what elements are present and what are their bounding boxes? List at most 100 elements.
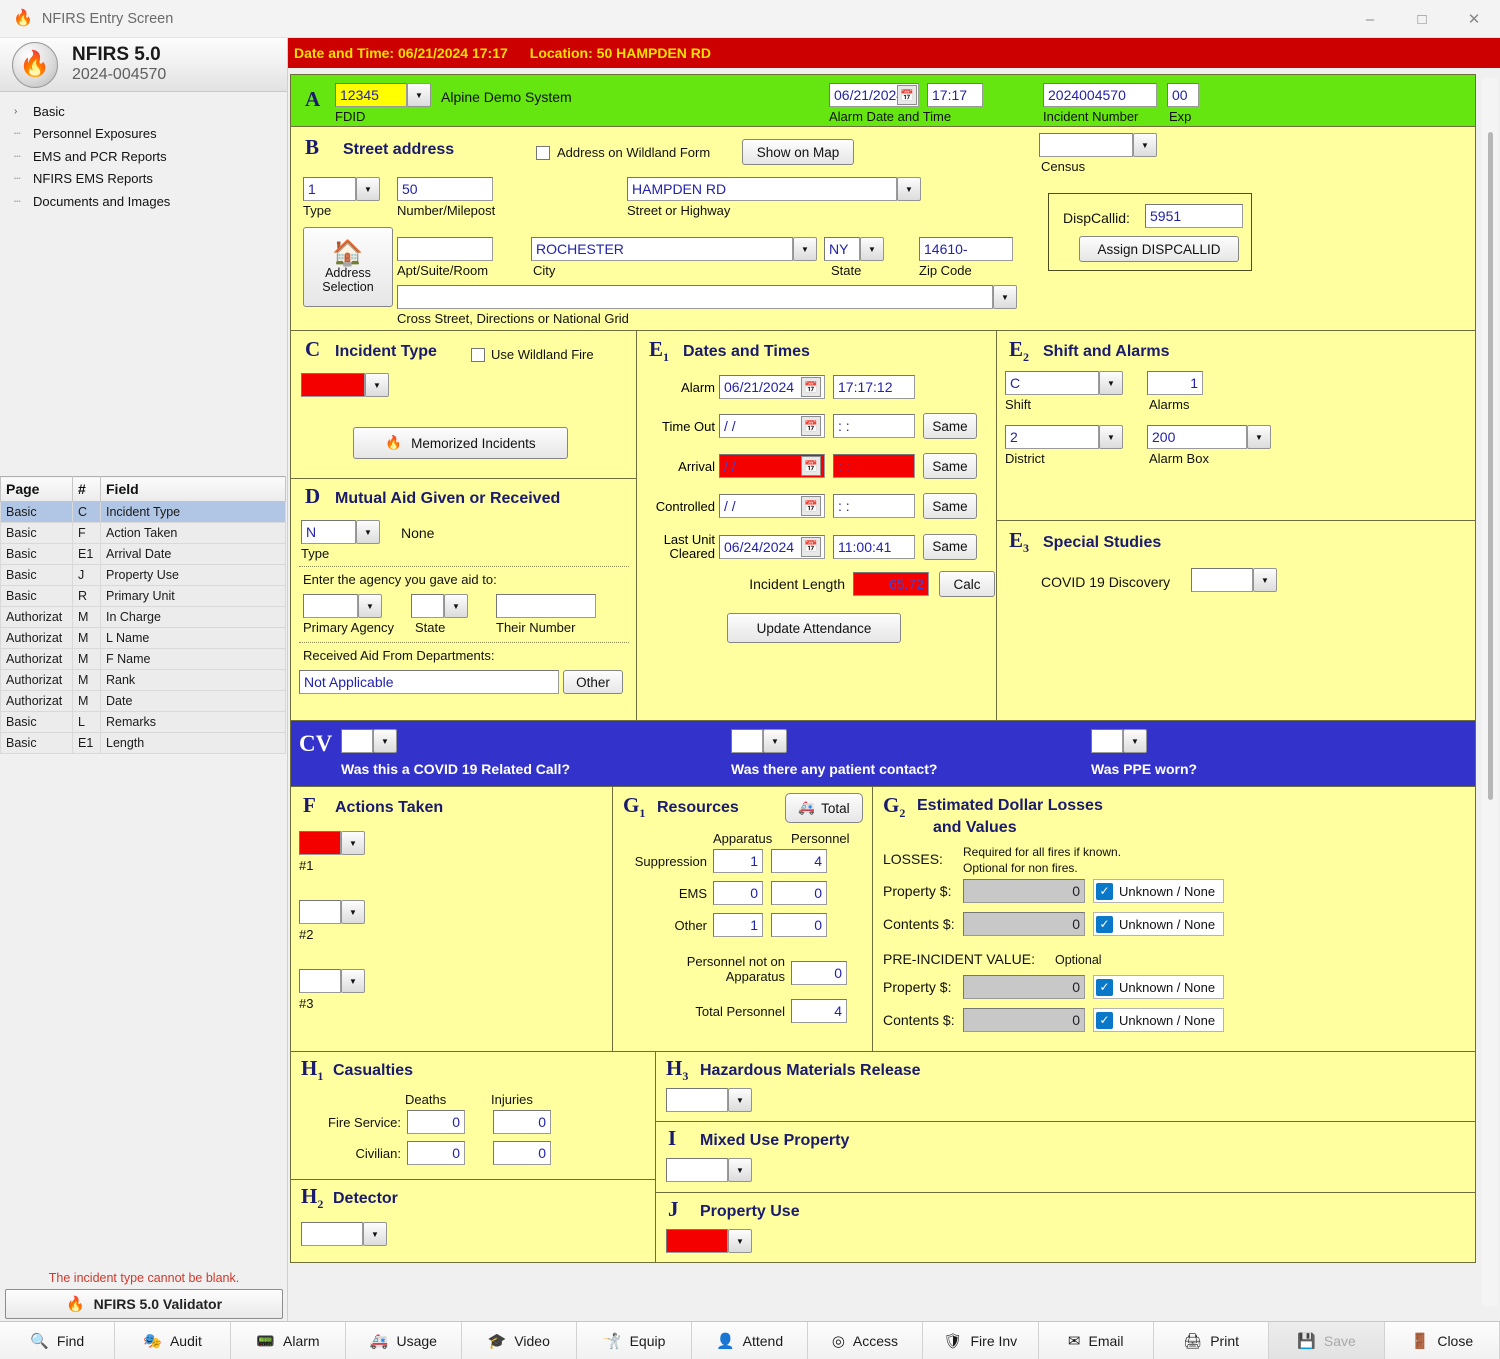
toolbar-button-usage[interactable]: 🚑 Usage: [346, 1322, 462, 1359]
unknown-none-checkbox[interactable]: ✓: [1096, 882, 1113, 900]
detector-input[interactable]: [301, 1222, 363, 1246]
same-button[interactable]: Same: [923, 453, 977, 479]
assign-dispcallid-button[interactable]: Assign DISPCALLID: [1079, 236, 1239, 262]
casualty-deaths-input[interactable]: 0: [407, 1141, 465, 1165]
district-input[interactable]: 2: [1005, 425, 1099, 449]
property-use-input[interactable]: [666, 1229, 728, 1253]
casualty-injuries-input[interactable]: 0: [493, 1110, 551, 1134]
chevron-right-icon[interactable]: ›: [14, 106, 28, 117]
mixed-use-property-dropdown-icon[interactable]: ▼: [728, 1158, 752, 1182]
total-personnel-input[interactable]: 4: [791, 999, 847, 1023]
unknown-none-checkbox[interactable]: ✓: [1096, 915, 1113, 933]
scrollbar-thumb[interactable]: [1488, 132, 1493, 800]
toolbar-button-audit[interactable]: 🎭 Audit: [115, 1322, 231, 1359]
toolbar-button-video[interactable]: 🎓 Video: [461, 1322, 577, 1359]
dollar-loss-input[interactable]: 0: [963, 879, 1085, 903]
casualty-injuries-input[interactable]: 0: [493, 1141, 551, 1165]
received-aid-other-button[interactable]: Other: [563, 670, 623, 694]
use-wildland-fire-checkbox[interactable]: [471, 347, 485, 362]
table-row[interactable]: Authorizat M L Name: [0, 627, 286, 649]
census-dropdown-icon[interactable]: ▼: [1133, 133, 1157, 157]
alarm-time-input[interactable]: 17:17: [927, 83, 983, 107]
primary-agency-dropdown-icon[interactable]: ▼: [358, 594, 382, 618]
toolbar-button-access[interactable]: ◎ Access: [807, 1322, 924, 1359]
table-row[interactable]: Basic L Remarks: [0, 711, 286, 733]
census-input[interactable]: [1039, 133, 1133, 157]
incident-number-input[interactable]: 2024004570: [1043, 83, 1157, 107]
calendar-icon[interactable]: 📅: [897, 85, 917, 105]
state-dropdown-icon[interactable]: ▼: [860, 237, 884, 261]
e1-time-input[interactable]: 11:00:41: [833, 534, 915, 559]
city-input[interactable]: ROCHESTER: [531, 237, 793, 261]
covid-answer-dropdown-icon[interactable]: ▼: [1123, 729, 1147, 753]
unknown-none-checkbox[interactable]: ✓: [1096, 978, 1113, 996]
aid-state-dropdown-icon[interactable]: ▼: [444, 594, 468, 618]
toolbar-button-fire-inv[interactable]: 🛡 Fire Inv: [923, 1322, 1039, 1359]
action-taken-input[interactable]: [299, 969, 341, 993]
calendar-icon[interactable]: 📅: [801, 416, 821, 436]
their-number-input[interactable]: [496, 594, 596, 618]
table-row[interactable]: Authorizat M Date: [0, 690, 286, 712]
toolbar-button-email[interactable]: ✉ Email: [1038, 1322, 1154, 1359]
table-row[interactable]: Basic F Action Taken: [0, 522, 286, 544]
dispcallid-input[interactable]: 5951: [1145, 204, 1243, 228]
received-aid-input[interactable]: Not Applicable: [299, 670, 559, 694]
resource-personnel-input[interactable]: 0: [771, 881, 827, 905]
address-on-wildland-checkbox[interactable]: [536, 145, 550, 160]
alarm-box-dropdown-icon[interactable]: ▼: [1247, 425, 1271, 449]
resources-total-button[interactable]: 🚑 Total: [785, 793, 863, 823]
covid-answer-dropdown-icon[interactable]: ▼: [763, 729, 787, 753]
number-milepost-input[interactable]: 50: [397, 177, 493, 201]
address-type-input[interactable]: 1: [303, 177, 356, 201]
resource-apparatus-input[interactable]: 0: [713, 881, 763, 905]
table-row[interactable]: Authorizat M F Name: [0, 648, 286, 670]
cross-street-input[interactable]: [397, 285, 993, 309]
action-taken-dropdown-icon[interactable]: ▼: [341, 969, 365, 993]
fdid-input[interactable]: 12345: [335, 83, 407, 107]
e1-time-input[interactable]: : :: [833, 414, 915, 438]
toolbar-button-close[interactable]: 🚪 Close: [1384, 1322, 1500, 1359]
mixed-use-property-input[interactable]: [666, 1158, 728, 1182]
cross-street-dropdown-icon[interactable]: ▼: [993, 285, 1017, 309]
unknown-none-checkbox[interactable]: ✓: [1096, 1011, 1113, 1029]
mutual-aid-type-dropdown-icon[interactable]: ▼: [356, 520, 380, 544]
state-input[interactable]: NY: [824, 237, 860, 261]
primary-agency-input[interactable]: [303, 594, 358, 618]
tree-item-documents-and-images[interactable]: ┄ Documents and Images: [0, 190, 287, 213]
nfirs-validator-button[interactable]: 🔥 NFIRS 5.0 Validator: [5, 1289, 283, 1319]
hazmat-release-input[interactable]: [666, 1088, 728, 1112]
exp-input[interactable]: 00: [1167, 83, 1199, 107]
resource-apparatus-input[interactable]: 1: [713, 913, 763, 937]
address-selection-button[interactable]: 🏠 Address Selection: [303, 227, 393, 307]
toolbar-button-alarm[interactable]: 📟 Alarm: [230, 1322, 347, 1359]
show-on-map-button[interactable]: Show on Map: [742, 139, 854, 165]
table-row[interactable]: Basic J Property Use: [0, 564, 286, 586]
city-dropdown-icon[interactable]: ▼: [793, 237, 817, 261]
table-row[interactable]: Basic E1 Arrival Date: [0, 543, 286, 565]
same-button[interactable]: Same: [923, 493, 977, 519]
e1-time-input[interactable]: 17:17:12: [833, 375, 915, 399]
toolbar-button-attend[interactable]: 👤 Attend: [692, 1322, 808, 1359]
tree-item-basic[interactable]: › Basic: [0, 100, 287, 123]
apt-suite-room-input[interactable]: [397, 237, 493, 261]
covid-discovery-input[interactable]: [1191, 568, 1253, 592]
table-row[interactable]: Basic C Incident Type: [0, 501, 286, 523]
district-dropdown-icon[interactable]: ▼: [1099, 425, 1123, 449]
tree-item-ems-pcr-reports[interactable]: ┄ EMS and PCR Reports: [0, 145, 287, 168]
toolbar-button-print[interactable]: 🖨 Print: [1153, 1322, 1270, 1359]
dollar-loss-input[interactable]: 0: [963, 912, 1085, 936]
memorized-incidents-button[interactable]: 🔥 Memorized Incidents: [353, 427, 568, 459]
action-taken-input[interactable]: [299, 900, 341, 924]
detector-dropdown-icon[interactable]: ▼: [363, 1222, 387, 1246]
vertical-scrollbar[interactable]: [1482, 78, 1498, 1306]
resource-personnel-input[interactable]: 0: [771, 913, 827, 937]
covid-answer-dropdown-icon[interactable]: ▼: [373, 729, 397, 753]
toolbar-button-equip[interactable]: 🤺 Equip: [576, 1322, 693, 1359]
table-row[interactable]: Authorizat M Rank: [0, 669, 286, 691]
covid-answer-input[interactable]: [341, 729, 373, 753]
table-row[interactable]: Basic E1 Length: [0, 732, 286, 754]
mutual-aid-type-input[interactable]: N: [301, 520, 356, 544]
personnel-not-on-apparatus-input[interactable]: 0: [791, 961, 847, 985]
calendar-icon[interactable]: 📅: [801, 456, 821, 476]
aid-state-input[interactable]: [411, 594, 444, 618]
